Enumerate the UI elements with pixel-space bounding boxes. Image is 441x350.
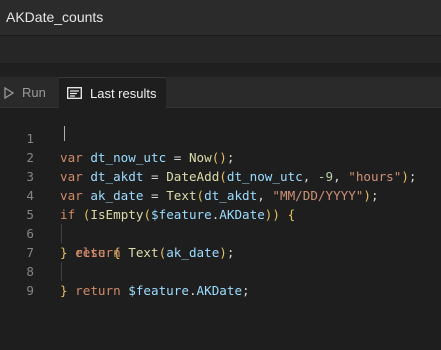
code-line: 5 return Text(ak_date); [0, 186, 441, 260]
code-text: } [60, 283, 68, 298]
divider [0, 63, 441, 77]
line-number: 9 [26, 283, 34, 298]
code-line: 2 var dt_akdt = DateAdd(dt_now_utc, -9, … [0, 129, 441, 184]
code-text: return $feature.AKDate; [75, 283, 250, 298]
results-label: Last results [90, 85, 157, 101]
run-button[interactable]: Run [4, 77, 46, 108]
title-bar: AKDate_counts [0, 0, 441, 36]
code-line: 3 var ak_date = Text(dt_akdt, "MM/DD/YYY… [0, 148, 441, 203]
window-title: AKDate_counts [6, 9, 104, 25]
run-label: Run [22, 85, 46, 100]
tabs-bar: Run Last results [0, 77, 441, 108]
code-line: 4 if (IsEmpty($feature.AKDate)) { [0, 167, 441, 222]
code-line: 1 var dt_now_utc = Now(); [0, 110, 441, 165]
code-line: 9 [0, 262, 441, 298]
text-cursor [64, 126, 65, 141]
console-icon [67, 87, 82, 99]
code-line: 7 return $feature.AKDate; [0, 224, 441, 298]
code-line: 8 } [0, 243, 441, 298]
code-editor[interactable]: 1 var dt_now_utc = Now(); 2 var dt_akdt … [0, 108, 441, 350]
code-line: 6 } else { [0, 205, 441, 260]
tab-last-results[interactable]: Last results [59, 77, 167, 108]
play-icon [4, 86, 14, 99]
toolbar-area [0, 36, 441, 63]
